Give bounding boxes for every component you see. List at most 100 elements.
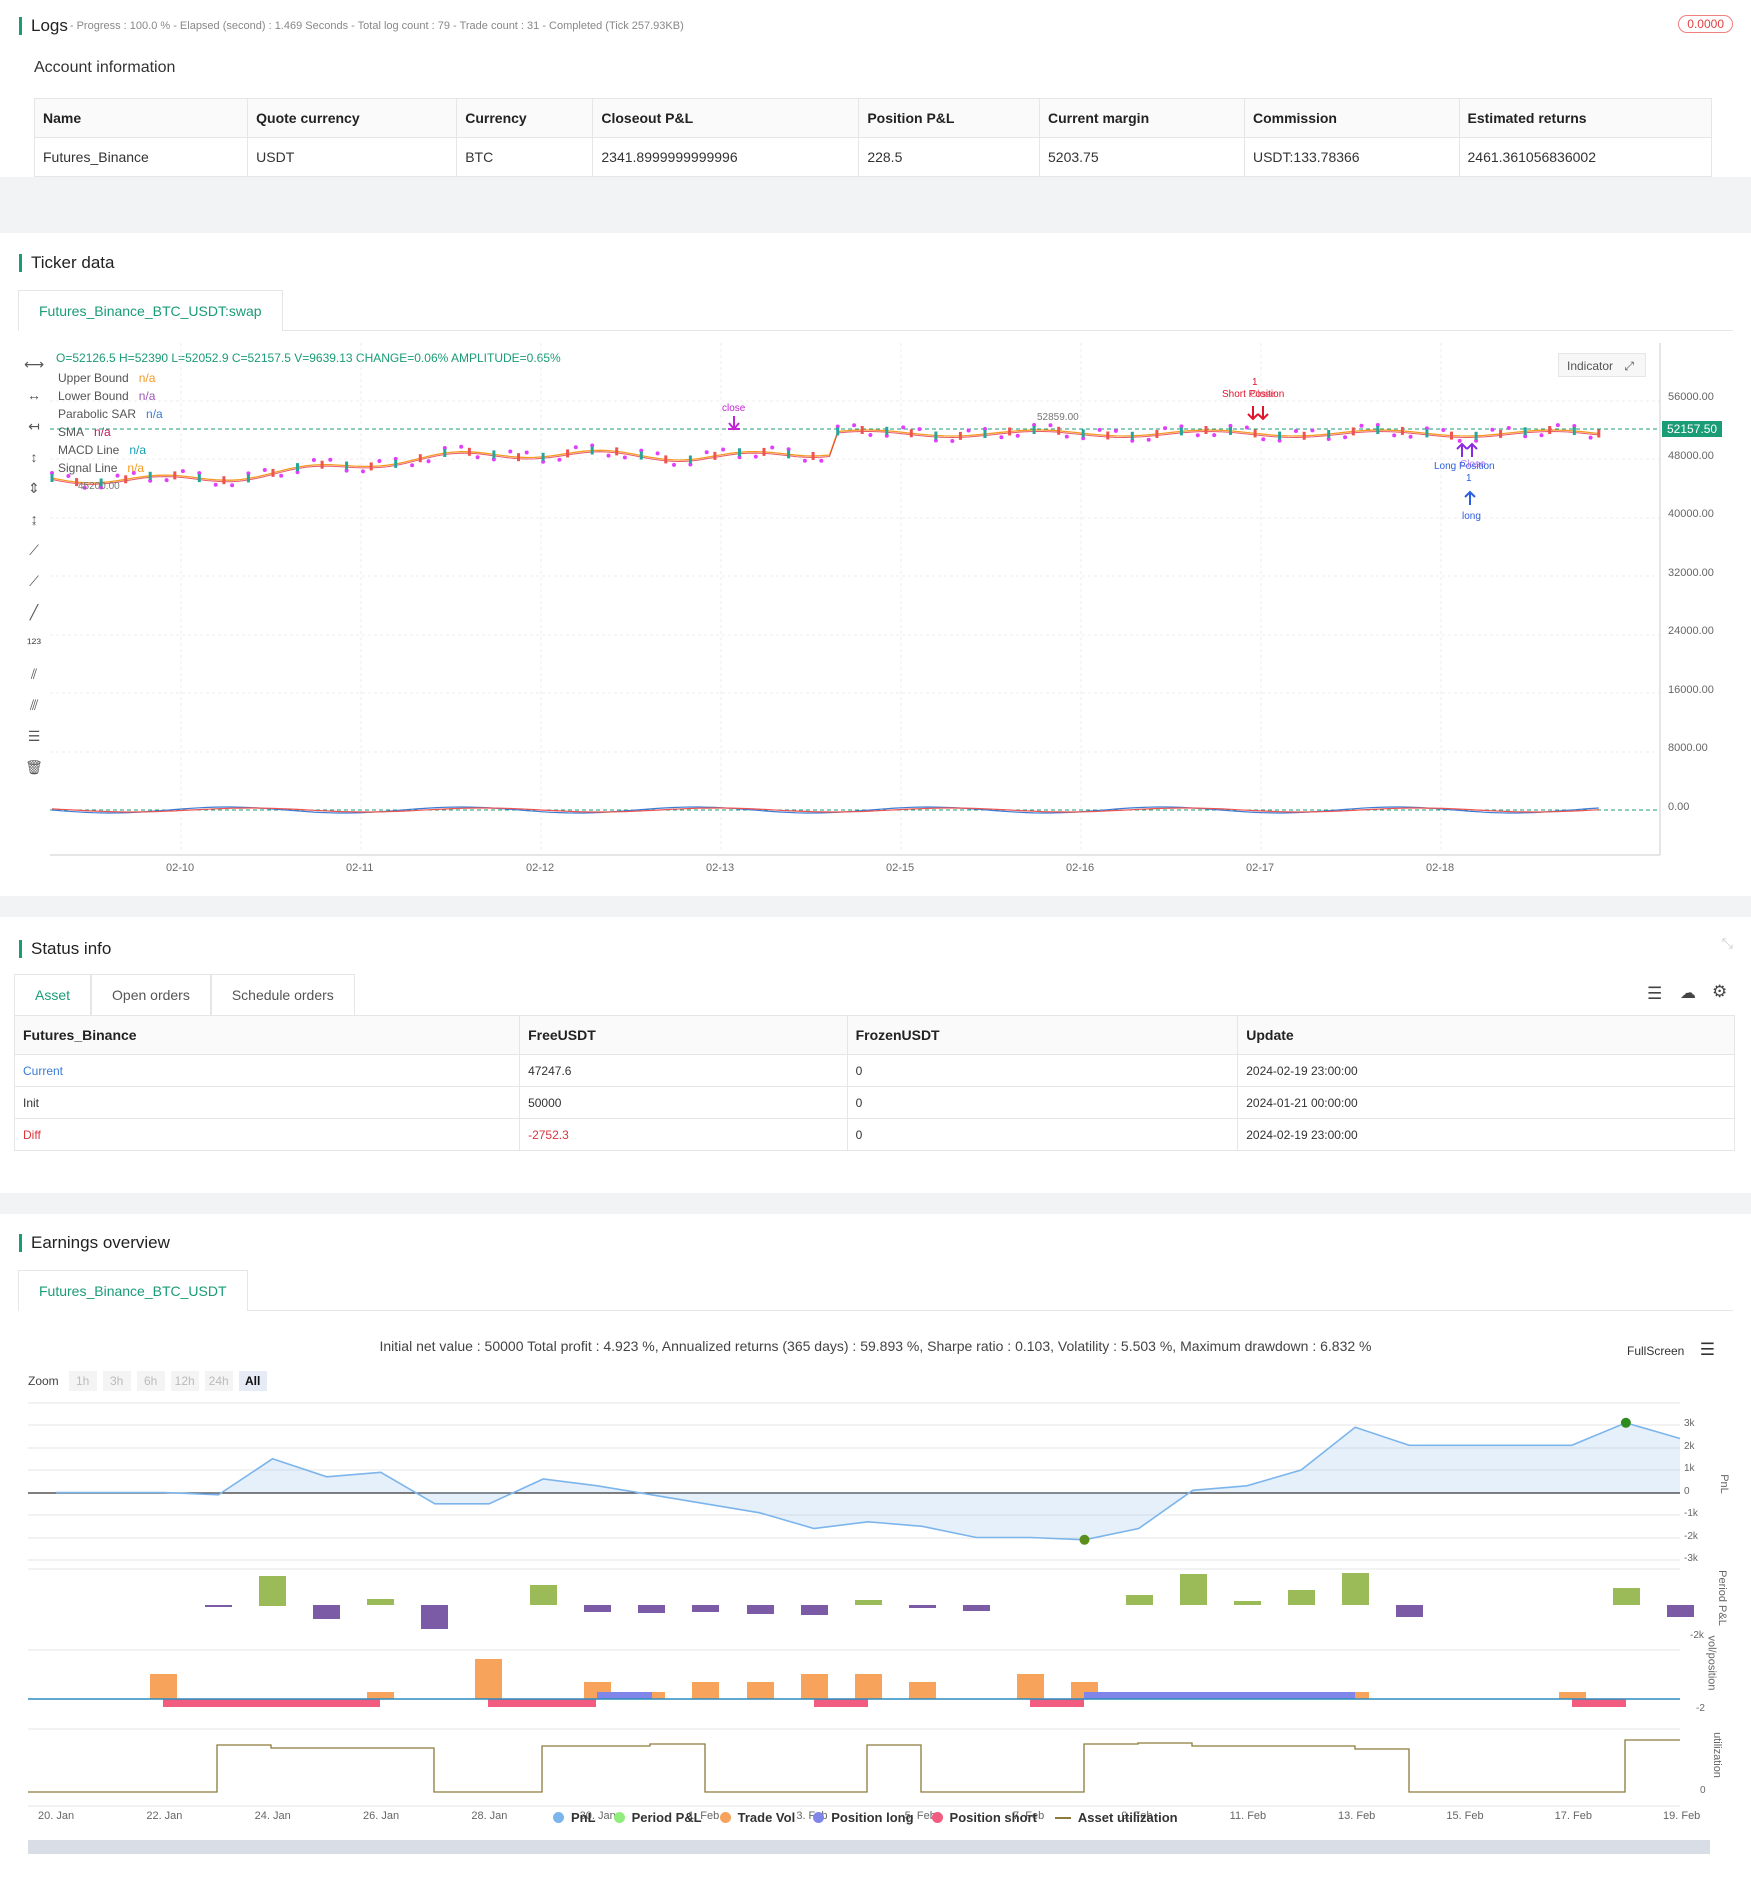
tab-open-orders[interactable]: Open orders (91, 974, 211, 1015)
sar-dot (557, 457, 562, 462)
row-label: Current (13, 1054, 521, 1087)
dot-swatch-icon (613, 1812, 625, 1823)
candle (811, 452, 815, 460)
candle (1425, 429, 1429, 438)
candle (369, 462, 373, 471)
status-tabs: Asset Open orders Schedule orders (14, 974, 355, 1015)
candle (1450, 431, 1453, 440)
logs-panel: Logs - Progress : 100.0 % - Elapsed (sec… (0, 0, 1751, 177)
sar-dot (1343, 435, 1348, 440)
earnings-x-tick: 28. Jan (471, 1810, 508, 1822)
sar-dot (852, 423, 857, 428)
cloud-download-icon[interactable]: ☁ (1680, 983, 1696, 1003)
price-x-tick: 02-16 (1066, 862, 1095, 874)
pnl-max-marker (1620, 1417, 1631, 1428)
sar-dot (410, 463, 415, 468)
candle (664, 455, 668, 464)
candle (1204, 426, 1208, 434)
sar-dot (1064, 434, 1069, 439)
account-cell: USDT:133.78366 (1243, 137, 1460, 177)
candle (345, 461, 349, 470)
status-panel: Status info ⤡ Asset Open orders Schedule o… (0, 917, 1751, 1193)
candle (50, 474, 54, 482)
account-cell: 5203.75 (1039, 137, 1245, 177)
pnl-y-tick: 3k (1684, 1418, 1695, 1429)
sar-dot (622, 455, 627, 460)
candle (566, 449, 570, 458)
candle (713, 451, 717, 460)
legend-item-asset-utilization[interactable]: Asset utilization (1054, 1810, 1178, 1825)
price-x-tick: 02-17 (1246, 862, 1275, 874)
sar-dot (377, 459, 382, 463)
vol-axis-label: vol/position (1705, 1635, 1718, 1691)
sar-dot (672, 462, 676, 467)
earnings-x-tick: 13. Feb (1338, 1810, 1376, 1822)
sar-dot (819, 458, 824, 463)
sar-dot (1588, 435, 1593, 440)
legend-item-position-short[interactable]: Position short (931, 1810, 1037, 1825)
candle (1597, 429, 1601, 438)
free-usdt-cell: 47247.6 (519, 1054, 848, 1087)
candle (762, 447, 766, 456)
earnings-chart[interactable] (0, 1214, 1751, 1892)
tab-schedule-orders[interactable]: Schedule orders (210, 974, 355, 1015)
account-cell: 2341.8999999999996 (592, 137, 860, 177)
sar-dot (1113, 428, 1118, 433)
sar-dot (901, 425, 906, 430)
price-chart[interactable] (0, 233, 1751, 896)
status-title: Status info (19, 939, 111, 959)
collapse-icon[interactable]: ⤡ (1722, 935, 1733, 952)
sar-dot (721, 447, 726, 452)
tab-asset[interactable]: Asset (14, 974, 92, 1015)
dot-swatch-icon (553, 1812, 564, 1823)
candle (517, 453, 520, 462)
close-marker (728, 416, 740, 431)
candle (836, 427, 840, 436)
candle (1130, 431, 1134, 440)
legend-item-trade-vol[interactable]: Trade Vol (719, 1810, 795, 1825)
sar-dot (1212, 433, 1217, 438)
sar-dot (966, 428, 971, 433)
sar-dot (1457, 438, 1462, 443)
candle (909, 429, 913, 438)
legend-item-period-p-l[interactable]: Period P&L (613, 1810, 702, 1825)
candle (222, 476, 226, 485)
candle (492, 450, 496, 459)
legend-label: Asset utilization (1077, 1810, 1178, 1825)
sar-dot (753, 454, 758, 459)
logs-title: Logs - Progress : 100.0 % - Elapsed (sec… (19, 16, 684, 36)
sar-dot (950, 439, 955, 443)
pnl-y-tick: 2k (1684, 1441, 1695, 1452)
price-y-tick: 24000.00 (1668, 625, 1714, 637)
account-cell: 2461.361056836002 (1458, 137, 1713, 177)
settings-gear-icon[interactable]: ⚙ (1712, 982, 1727, 1002)
pnl-y-tick: 0 (1684, 1486, 1690, 1497)
candle (1523, 427, 1527, 436)
sar-dot (1146, 437, 1151, 442)
candle (738, 448, 741, 457)
list-icon[interactable]: ☰ (1647, 984, 1662, 1004)
candle (1179, 427, 1183, 436)
sar-dot (573, 445, 578, 450)
price-y-tick: 40000.00 (1668, 508, 1714, 520)
sar-dot (868, 433, 873, 437)
candle (443, 449, 447, 457)
table-row: Current 47247.6 0 2024-02-19 23:00:00 (13, 1054, 1735, 1087)
legend-label: Position long (831, 1810, 914, 1825)
sar-dot (426, 459, 431, 464)
account-cell: Futures_Binance (33, 137, 249, 177)
frozen-usdt-cell: 0 (846, 1054, 1239, 1087)
sar-dot (115, 473, 120, 478)
util-axis-label: utilization (1710, 1732, 1723, 1778)
candle (1155, 430, 1159, 438)
vol-axis-tick: -2 (1696, 1703, 1705, 1714)
candle (1400, 426, 1404, 435)
candle (1253, 429, 1257, 438)
sar-dot (704, 450, 709, 455)
price-x-tick: 02-10 (166, 862, 195, 874)
pnl-y-tick: -2k (1684, 1531, 1698, 1542)
legend-item-position-long[interactable]: Position long (813, 1810, 914, 1825)
earnings-x-tick: 19. Feb (1663, 1810, 1701, 1822)
legend-item-pnl[interactable]: PnL (553, 1810, 596, 1825)
pnl-min-marker (1079, 1534, 1090, 1545)
